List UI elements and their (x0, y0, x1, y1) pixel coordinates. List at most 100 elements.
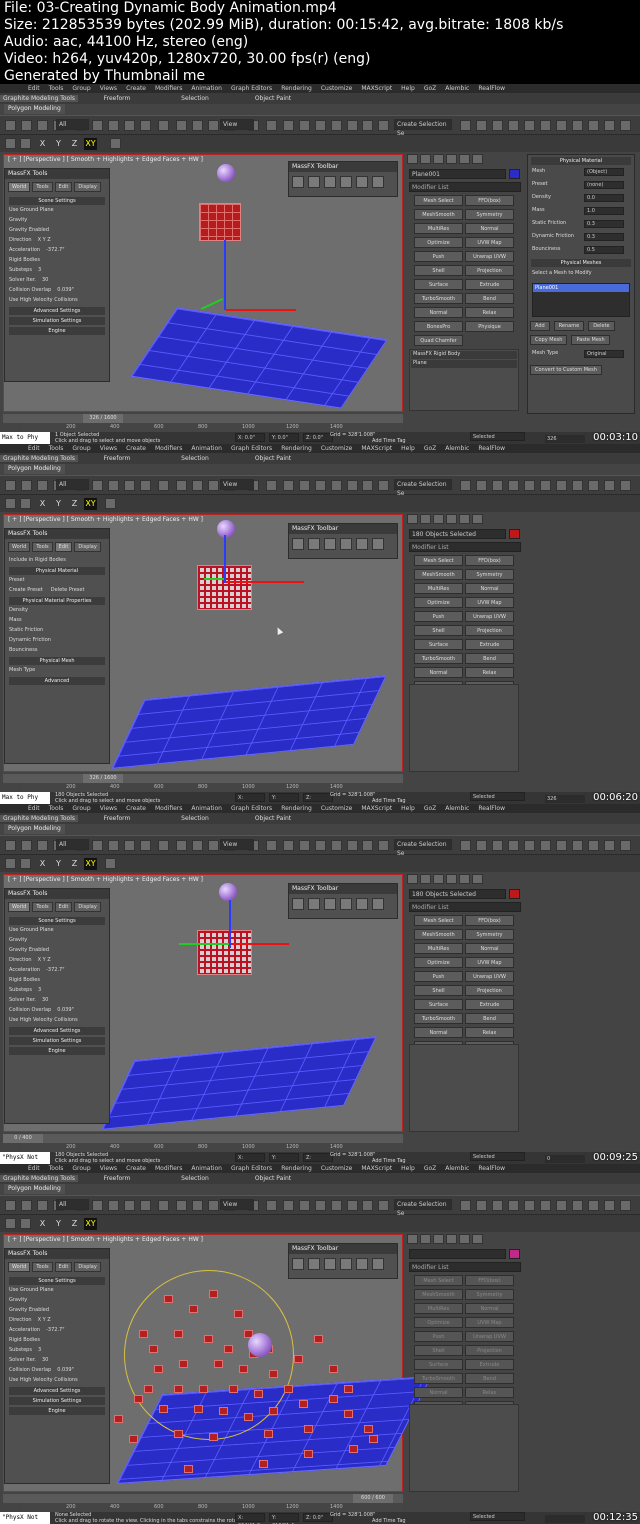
toolbar-tool-icon[interactable] (140, 840, 151, 851)
time-slider-handle[interactable]: 600 / 600 (353, 1494, 393, 1503)
toolbar-tool-icon[interactable] (540, 1200, 551, 1211)
modifier-button[interactable]: Unwrap UVW (465, 251, 514, 262)
time-slider-handle[interactable]: 326 / 1600 (83, 414, 123, 423)
modifier-stack-item[interactable]: MassFX Rigid Body (411, 351, 517, 359)
menu-item[interactable]: Create (126, 805, 146, 812)
command-panel-tab-icon[interactable] (407, 514, 418, 524)
massfx-tab-edit[interactable]: Edit (54, 902, 73, 912)
toolbar-tool-icon[interactable] (176, 1200, 187, 1211)
modifier-button[interactable]: Extrude (465, 1359, 514, 1370)
toolbar-tool-icon[interactable] (37, 840, 48, 851)
massfx-tab-edit[interactable]: Edit (54, 1262, 73, 1272)
toolbar-tool-icon[interactable] (208, 840, 219, 851)
acceleration-field[interactable]: -372.7" (46, 247, 64, 253)
bounciness-value[interactable]: 0.5 (584, 246, 624, 254)
toolbar-tool-icon[interactable] (315, 120, 326, 131)
direction-axis-radios[interactable]: X Y Z (38, 957, 51, 963)
toolbar-tool-icon[interactable] (124, 1200, 135, 1211)
toolbar-tool-icon[interactable] (192, 480, 203, 491)
menu-item[interactable]: Modifiers (155, 445, 182, 452)
modifier-button[interactable]: Relax (465, 667, 514, 678)
current-frame-field[interactable]: 326 (545, 795, 585, 803)
axis-y-button[interactable]: Y (52, 138, 65, 150)
massfx-tool-icon[interactable] (308, 538, 320, 550)
toolbar-tool-icon[interactable] (283, 120, 294, 131)
collision-overlap-field[interactable]: 0.039" (57, 1367, 74, 1373)
modifier-button[interactable]: Mesh Select (414, 195, 463, 206)
reference-coordinate-dropdown[interactable]: View (220, 839, 254, 850)
toolbar-tool-icon[interactable] (92, 480, 103, 491)
modifier-button[interactable]: Relax (465, 1027, 514, 1038)
toolbar-tool-icon[interactable] (604, 840, 615, 851)
menu-item[interactable]: Rendering (281, 445, 312, 452)
ribbon-tab[interactable]: Selection (156, 1175, 234, 1182)
delete-button[interactable]: Delete (588, 321, 615, 331)
ribbon-tab[interactable]: Object Paint (234, 1175, 312, 1182)
menu-item[interactable]: Animation (191, 445, 222, 452)
massfx-tool-icon[interactable] (292, 898, 304, 910)
modifier-button[interactable]: Projection (465, 265, 514, 276)
coordinate-field[interactable]: Y: 319'01.4 (269, 1513, 299, 1524)
menu-item[interactable]: Animation (191, 805, 222, 812)
menu-item[interactable]: Create (126, 1165, 146, 1172)
move-gizmo-z-axis[interactable] (224, 535, 226, 583)
massfx-tool-icon[interactable] (356, 1258, 368, 1270)
axis-xy-button[interactable]: XY (84, 498, 97, 510)
menu-item[interactable]: Alembic (445, 1165, 469, 1172)
toolbar-tool-icon[interactable] (508, 480, 519, 491)
axis-y-button[interactable]: Y (52, 1218, 65, 1230)
simulation-settings-section[interactable]: Simulation Settings (9, 1397, 105, 1405)
massfx-tab-world[interactable]: World (8, 902, 31, 912)
massfx-tab-world[interactable]: World (8, 542, 31, 552)
massfx-tab-world[interactable]: World (8, 1262, 31, 1272)
massfx-tab-edit[interactable]: Edit (54, 182, 73, 192)
coordinate-field[interactable]: Y: (269, 1153, 299, 1162)
simulation-settings-section[interactable]: Simulation Settings (9, 1037, 105, 1045)
static-friction-field[interactable]: Static Friction (9, 627, 105, 635)
massfx-tool-icon[interactable] (340, 538, 352, 550)
acceleration-field[interactable]: -372.7" (46, 1327, 64, 1333)
command-panel-tab-icon[interactable] (407, 154, 418, 164)
modifier-button[interactable]: FFD(box) (465, 915, 514, 926)
menu-item[interactable]: Edit (28, 445, 40, 452)
toolbar-tool-icon[interactable] (140, 120, 151, 131)
reference-coordinate-dropdown[interactable]: View (220, 1199, 254, 1210)
menu-item[interactable]: Tools (49, 1165, 64, 1172)
tool-icon[interactable] (20, 1218, 31, 1229)
menu-item[interactable]: Modifiers (155, 1165, 182, 1172)
massfx-tool-icon[interactable] (324, 538, 336, 550)
current-frame-field[interactable]: 326 (545, 435, 585, 443)
modifier-button[interactable]: Bend (465, 653, 514, 664)
toolbar-tool-icon[interactable] (315, 480, 326, 491)
toolbar-tool-icon[interactable] (460, 120, 471, 131)
selection-filter-dropdown[interactable]: All (56, 839, 89, 850)
menu-item[interactable]: Tools (49, 445, 64, 452)
toolbar-tool-icon[interactable] (620, 1200, 631, 1211)
massfx-tool-icon[interactable] (308, 898, 320, 910)
toolbar-tool-icon[interactable] (176, 840, 187, 851)
toolbar-tool-icon[interactable] (524, 840, 535, 851)
axis-x-button[interactable]: X (36, 138, 49, 150)
advanced-section[interactable]: Advanced (9, 677, 105, 685)
massfx-tab-tools[interactable]: Tools (32, 542, 53, 552)
key-filter-dropdown[interactable]: Selected (470, 432, 525, 441)
coordinate-field[interactable]: X: (235, 1153, 265, 1162)
toolbar-tool-icon[interactable] (588, 1200, 599, 1211)
modifier-button[interactable]: Mesh Select (414, 915, 463, 926)
tool-icon[interactable] (5, 138, 16, 149)
modifier-button[interactable]: Unwrap UVW (465, 611, 514, 622)
toolbar-tool-icon[interactable] (540, 480, 551, 491)
include-rigid-checkbox[interactable]: Include in Rigid Bodies (9, 557, 105, 565)
axis-x-button[interactable]: X (36, 858, 49, 870)
direction-axis-radios[interactable]: X Y Z (38, 1317, 51, 1323)
modifier-button[interactable]: Optimize (414, 597, 463, 608)
physical-mesh-item[interactable]: Plane001 (533, 284, 629, 292)
toolbar-tool-icon[interactable] (508, 1200, 519, 1211)
modifier-button[interactable]: MeshSmooth (414, 1289, 463, 1300)
modifier-button[interactable]: Relax (465, 1387, 514, 1398)
move-gizmo-x-axis[interactable] (231, 943, 289, 945)
toolbar-tool-icon[interactable] (492, 480, 503, 491)
command-panel-tab-icon[interactable] (420, 874, 431, 884)
toolbar-tool-icon[interactable] (21, 1200, 32, 1211)
modifier-list-dropdown[interactable]: Modifier List (409, 182, 521, 192)
